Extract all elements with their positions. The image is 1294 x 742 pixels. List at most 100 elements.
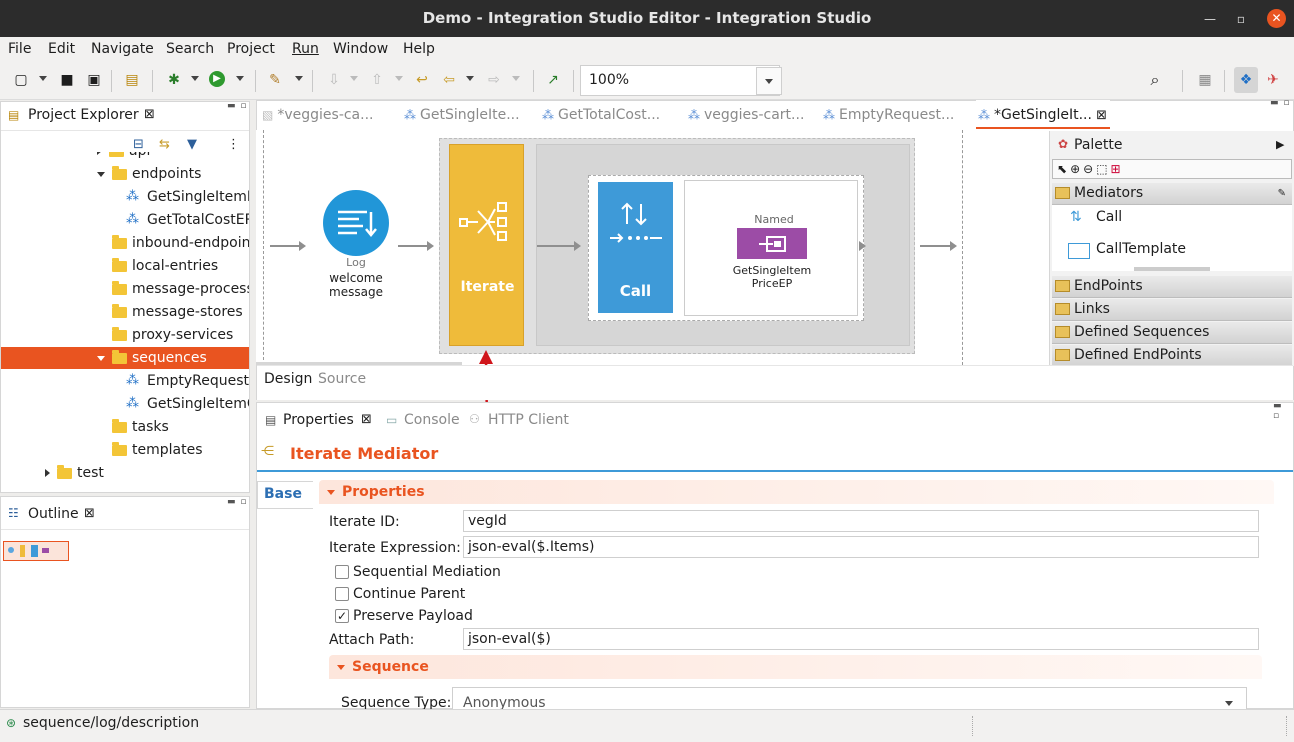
forward-dropdown-icon[interactable] (512, 76, 520, 81)
maximize-window-button[interactable]: ▫ (1231, 9, 1251, 29)
integration-perspective-icon[interactable]: ❖ (1234, 67, 1258, 93)
iterate-expression-field[interactable]: json-eval($.Items) (463, 536, 1259, 558)
tab-console[interactable]: Console (404, 412, 460, 428)
menu-edit[interactable]: Edit (48, 41, 75, 57)
close-window-button[interactable]: ✕ (1267, 9, 1286, 28)
debug-icon[interactable]: ✱ (165, 71, 183, 89)
zoom-out-icon[interactable]: ⊖ (1083, 162, 1096, 176)
tree-item-test[interactable]: test (1, 462, 249, 484)
tab-http-client[interactable]: HTTP Client (488, 412, 569, 428)
tree-item-endpoints[interactable]: endpoints (1, 163, 249, 185)
tab-base[interactable]: Base (257, 481, 313, 509)
filter-icon[interactable]: ▼ (187, 137, 197, 152)
iterate-mediator[interactable]: Iterate (449, 144, 524, 346)
link-with-editor-icon[interactable]: ⇆ (159, 137, 170, 152)
editor-tab-2[interactable]: ⁂ GetSingleIte... (404, 107, 520, 123)
zoom-combo[interactable]: 100% (580, 65, 780, 96)
tab-source[interactable]: Source (318, 371, 366, 387)
tree-item-tasks[interactable]: tasks (1, 416, 249, 438)
connection-icon[interactable]: ⊞ (1111, 162, 1124, 176)
tools-icon[interactable]: ✎ (266, 71, 284, 89)
prev-annotation-icon[interactable]: ⇧ (368, 71, 386, 89)
call-mediator[interactable]: Call (598, 182, 673, 313)
expand-down-icon[interactable] (97, 355, 105, 361)
forward-icon[interactable]: ⇨ (485, 71, 503, 89)
rocket-icon[interactable]: ✈ (1264, 71, 1282, 89)
new-dropdown-icon[interactable] (39, 76, 47, 81)
continue-parent-checkbox[interactable] (335, 587, 349, 601)
palette-group-mediators[interactable]: Mediators ✎ (1052, 183, 1292, 205)
iterate-id-field[interactable]: vegId (463, 510, 1259, 532)
select-tool-icon[interactable]: ⬉ (1057, 162, 1070, 176)
expand-right-icon[interactable] (45, 469, 50, 477)
debug-dropdown-icon[interactable] (191, 76, 199, 81)
new-icon[interactable]: ▢ (12, 71, 30, 89)
palette-group-defined-endpoints[interactable]: Defined EndPoints (1052, 345, 1292, 367)
deploy-icon[interactable]: ▤ (123, 71, 141, 89)
expand-right-icon[interactable] (97, 152, 102, 155)
next-annotation-icon[interactable]: ⇩ (325, 71, 343, 89)
outline-thumbnail[interactable] (3, 541, 69, 561)
minimize-maximize-icon[interactable]: ▬ ▫ (1273, 401, 1293, 421)
outline-tab[interactable]: ☷ Outline ⊠ ▬ ▫ (1, 497, 249, 530)
tree-item-message-processors[interactable]: message-processors (1, 278, 249, 300)
tree-item-getsingleitempriceep[interactable]: ⁂ GetSingleItemPriceEP (1, 186, 249, 208)
menu-navigate[interactable]: Navigate (91, 41, 154, 57)
editor-tab-1[interactable]: ▧ *veggies-ca... (262, 107, 374, 123)
close-icon[interactable]: ⊠ (1092, 108, 1107, 123)
open-perspective-icon[interactable]: ↗ (544, 71, 562, 89)
menu-window[interactable]: Window (333, 41, 388, 57)
next-annotation-dropdown-icon[interactable] (350, 76, 358, 81)
section-properties[interactable]: Properties (319, 480, 1274, 504)
zoom-dropdown-button[interactable] (756, 67, 782, 95)
close-icon[interactable]: ⊠ (84, 506, 95, 521)
open-perspective-icon-2[interactable]: ▦ (1196, 71, 1214, 89)
sequence-type-select[interactable]: Anonymous (452, 687, 1247, 711)
menu-project[interactable]: Project (227, 41, 275, 57)
view-menu-icon[interactable]: ⋮ (227, 137, 240, 152)
last-edit-icon[interactable]: ↩ (413, 71, 431, 89)
collapse-all-icon[interactable]: ⊟ (133, 137, 144, 152)
minimize-maximize-icon[interactable]: ▬ ▫ (227, 497, 247, 507)
close-icon[interactable]: ⊠ (361, 412, 372, 427)
palette-group-defined-sequences[interactable]: Defined Sequences (1052, 322, 1292, 344)
log-mediator[interactable] (323, 190, 389, 256)
zoom-in-icon[interactable]: ⊕ (1070, 162, 1083, 176)
sequential-mediation-checkbox[interactable] (335, 565, 349, 579)
tree-item-templates[interactable]: templates (1, 439, 249, 461)
menu-file[interactable]: File (8, 41, 31, 57)
attach-path-field[interactable]: json-eval($) (463, 628, 1259, 650)
tree-item-sequences[interactable]: sequences (1, 347, 249, 369)
close-icon[interactable]: ⊠ (144, 107, 155, 122)
editor-tab-5[interactable]: ⁂ EmptyRequest... (823, 107, 954, 123)
tab-design[interactable]: Design (264, 371, 312, 387)
pin-icon[interactable]: ✎ (1278, 183, 1286, 204)
preserve-payload-checkbox[interactable]: ✓ (335, 609, 349, 623)
search-icon[interactable]: ⌕ (1146, 71, 1164, 89)
editor-tab-3[interactable]: ⁂ GetTotalCost... (542, 107, 660, 123)
palette-collapse-icon[interactable]: ▶ (1276, 138, 1284, 151)
tree-item-gettotalcostep[interactable]: ⁂ GetTotalCostEP (1, 209, 249, 231)
menu-search[interactable]: Search (166, 41, 214, 57)
palette-tools[interactable]: ⬉⊕⊖⬚⊞ (1052, 159, 1292, 179)
tree-item-emptyrequestsequence[interactable]: ⁂ EmptyRequestSequence (1, 370, 249, 392)
back-dropdown-icon[interactable] (466, 76, 474, 81)
editor-tab-4[interactable]: ⁂ veggies-cart... (688, 107, 804, 123)
tree-item-proxy-services[interactable]: proxy-services (1, 324, 249, 346)
menu-run[interactable]: Run (292, 41, 319, 57)
tab-properties[interactable]: Properties (283, 412, 354, 428)
project-explorer-tab[interactable]: ▤ Project Explorer ⊠ ▬ ▫ (1, 101, 249, 131)
save-icon[interactable]: ■ (58, 71, 76, 89)
editor-tab-6[interactable]: ⁂ *GetSingleIt... ⊠ (978, 107, 1107, 123)
named-endpoint[interactable] (737, 228, 807, 259)
prev-annotation-dropdown-icon[interactable] (395, 76, 403, 81)
tools-dropdown-icon[interactable] (295, 76, 303, 81)
palette-group-endpoints[interactable]: EndPoints (1052, 276, 1292, 298)
minimize-maximize-icon[interactable]: ▬ ▫ (227, 101, 247, 111)
tree-item-message-stores[interactable]: message-stores (1, 301, 249, 323)
run-icon[interactable]: ▶ (209, 71, 225, 87)
menu-help[interactable]: Help (403, 41, 435, 57)
diagram-canvas[interactable]: Log welcome message Iterate Call Named G… (256, 130, 1046, 365)
editor-min-max-icon[interactable]: ▬ ▫ (1270, 98, 1290, 108)
palette-item-call[interactable]: Call (1096, 209, 1122, 225)
